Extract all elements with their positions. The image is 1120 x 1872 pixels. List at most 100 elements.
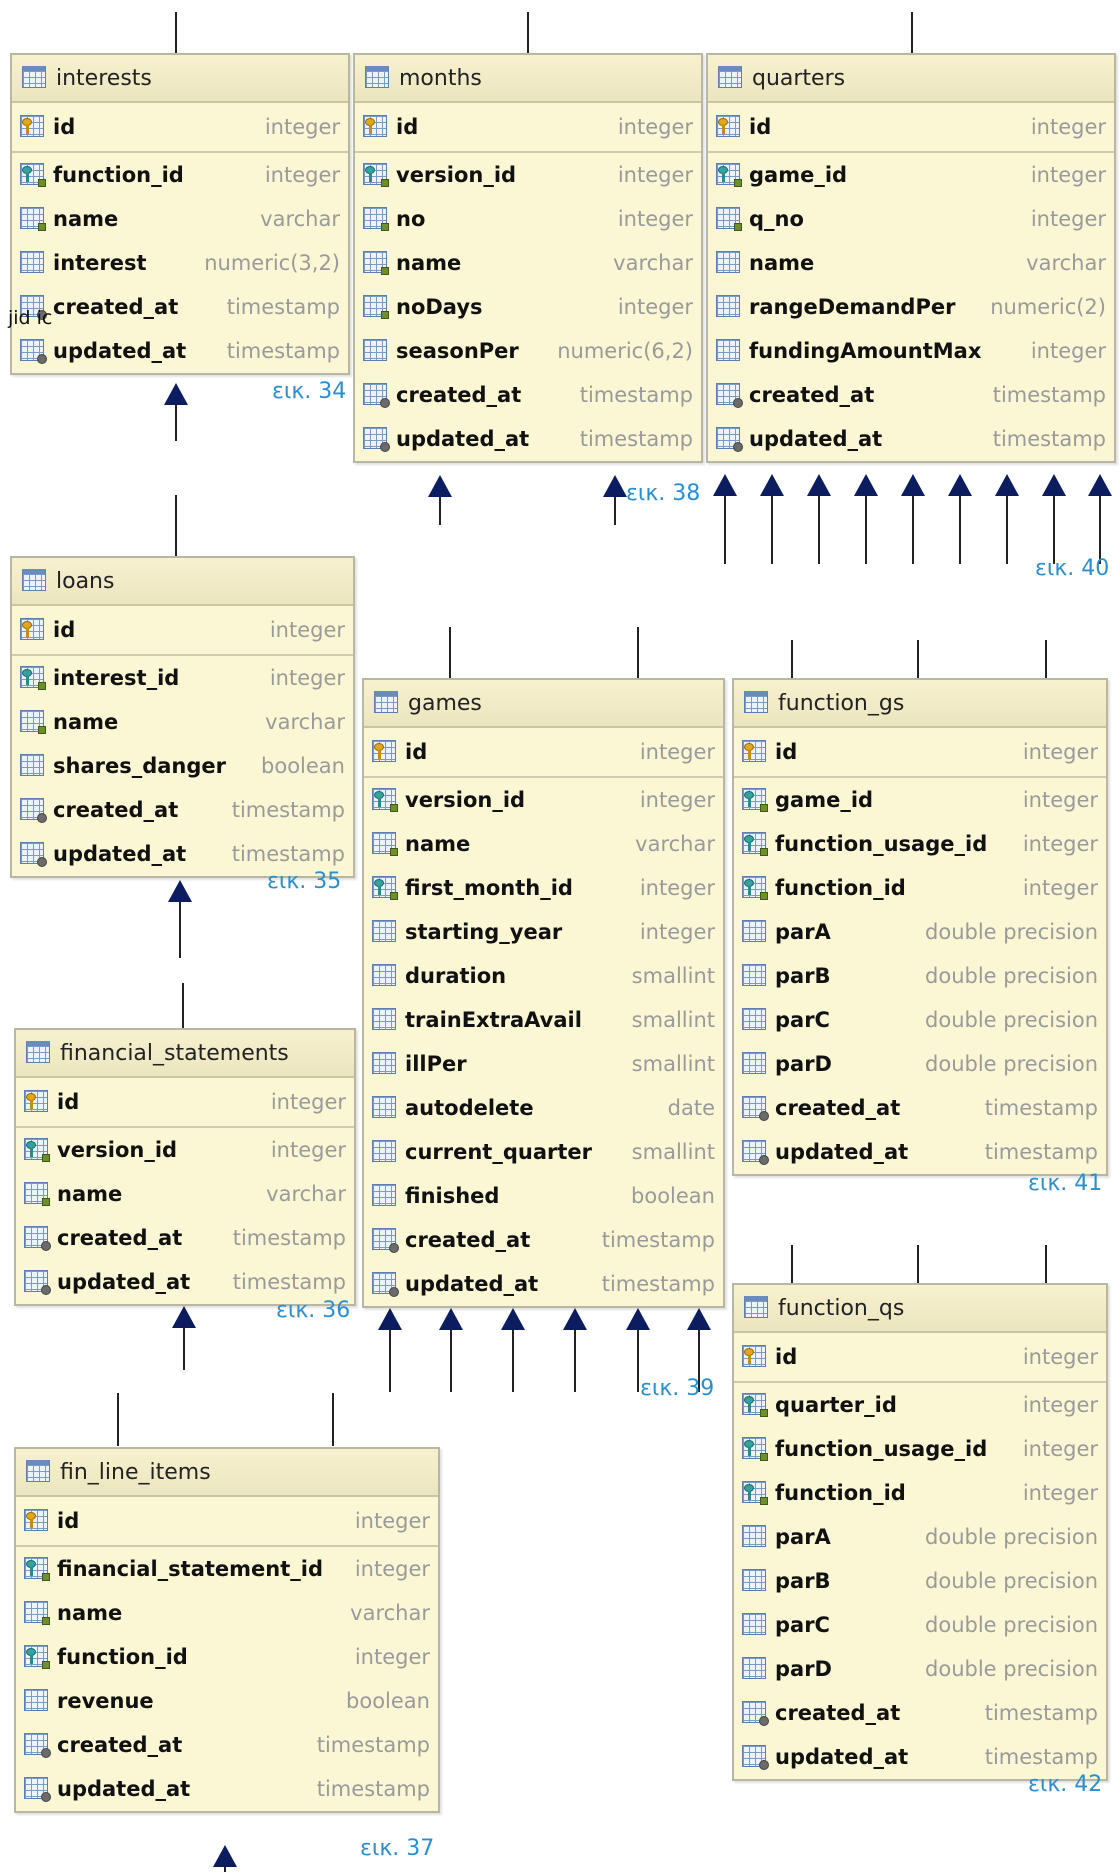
table-header[interactable]: function_gs xyxy=(734,680,1106,728)
column-row[interactable]: updated_at timestamp xyxy=(12,329,348,373)
column-type: integer xyxy=(1022,1345,1098,1369)
column-row[interactable]: function_usage_id integer xyxy=(734,822,1106,866)
column-name: created_at xyxy=(57,1733,183,1757)
column-row[interactable]: parD double precision xyxy=(734,1647,1106,1691)
column-row[interactable]: illPer smallint xyxy=(364,1042,723,1086)
column-row[interactable]: created_at timestamp xyxy=(355,373,701,417)
column-row[interactable]: name varchar xyxy=(16,1172,354,1216)
column-name: created_at xyxy=(775,1701,901,1725)
timestamp-column-icon xyxy=(24,1733,51,1758)
column-row[interactable]: name varchar xyxy=(708,241,1114,285)
column-row[interactable]: rangeDemandPer numeric(2) xyxy=(708,285,1114,329)
column-row[interactable]: trainExtraAvail smallint xyxy=(364,998,723,1042)
column-row[interactable]: id integer xyxy=(734,728,1106,778)
column-type: timestamp xyxy=(232,1226,346,1250)
column-row[interactable]: game_id integer xyxy=(734,778,1106,822)
column-row[interactable]: id integer xyxy=(355,103,701,153)
column-row[interactable]: parA double precision xyxy=(734,910,1106,954)
column-name: parA xyxy=(775,1525,831,1549)
column-row[interactable]: created_at timestamp xyxy=(12,788,353,832)
table-header[interactable]: games xyxy=(364,680,723,728)
column-row[interactable]: name varchar xyxy=(355,241,701,285)
column-name: name xyxy=(57,1601,123,1625)
column-row[interactable]: version_id integer xyxy=(16,1128,354,1172)
column-row[interactable]: version_id integer xyxy=(364,778,723,822)
column-row[interactable]: id integer xyxy=(12,606,353,656)
column-row[interactable]: created_at timestamp xyxy=(734,1691,1106,1735)
column-row[interactable]: function_usage_id integer xyxy=(734,1427,1106,1471)
column-row[interactable]: current_quarter smallint xyxy=(364,1130,723,1174)
column-row[interactable]: interest_id integer xyxy=(12,656,353,700)
table-fin-line-items[interactable]: fin_line_items id integer financial_stateme… xyxy=(14,1447,440,1813)
column-row[interactable]: game_id integer xyxy=(708,153,1114,197)
table-loans[interactable]: loans id integer interest_id integer name varc… xyxy=(10,556,355,878)
table-header[interactable]: months xyxy=(355,55,701,103)
column-row[interactable]: created_at timestamp xyxy=(708,373,1114,417)
table-header[interactable]: financial_statements xyxy=(16,1030,354,1078)
table-months[interactable]: months id integer version_id integer no intege… xyxy=(353,53,703,463)
column-row[interactable]: id integer xyxy=(734,1333,1106,1383)
column-row[interactable]: interest numeric(3,2) xyxy=(12,241,348,285)
table-quarters[interactable]: quarters id integer game_id integer q_no integ… xyxy=(706,53,1116,463)
table-header[interactable]: fin_line_items xyxy=(16,1449,438,1497)
column-row[interactable]: autodelete date xyxy=(364,1086,723,1130)
column-row[interactable]: updated_at timestamp xyxy=(16,1767,438,1811)
column-row[interactable]: duration smallint xyxy=(364,954,723,998)
column-row[interactable]: function_id integer xyxy=(16,1635,438,1679)
column-name: revenue xyxy=(57,1689,154,1713)
column-row[interactable]: revenue boolean xyxy=(16,1679,438,1723)
column-row[interactable]: id integer xyxy=(16,1497,438,1547)
column-row[interactable]: financial_statement_id integer xyxy=(16,1547,438,1591)
column-row[interactable]: id integer xyxy=(16,1078,354,1128)
column-row[interactable]: name varchar xyxy=(16,1591,438,1635)
column-row[interactable]: no integer xyxy=(355,197,701,241)
column-row[interactable]: parC double precision xyxy=(734,998,1106,1042)
column-row[interactable]: parA double precision xyxy=(734,1515,1106,1559)
column-row[interactable]: parC double precision xyxy=(734,1603,1106,1647)
table-header[interactable]: quarters xyxy=(708,55,1114,103)
column-row[interactable]: parB double precision xyxy=(734,1559,1106,1603)
column-row[interactable]: name varchar xyxy=(364,822,723,866)
column-row[interactable]: updated_at timestamp xyxy=(708,417,1114,461)
column-row[interactable]: quarter_id integer xyxy=(734,1383,1106,1427)
column-row[interactable]: parD double precision xyxy=(734,1042,1106,1086)
column-row[interactable]: noDays integer xyxy=(355,285,701,329)
table-financial-statements[interactable]: financial_statements id integer version_id i… xyxy=(14,1028,356,1306)
table-header[interactable]: function_qs xyxy=(734,1285,1106,1333)
column-row[interactable]: function_id integer xyxy=(12,153,348,197)
column-row[interactable]: created_at timestamp xyxy=(16,1216,354,1260)
column-type: timestamp xyxy=(579,383,693,407)
column-row[interactable]: shares_danger boolean xyxy=(12,744,353,788)
column-row[interactable]: updated_at timestamp xyxy=(734,1130,1106,1174)
column-row[interactable]: id integer xyxy=(708,103,1114,153)
table-header[interactable]: loans xyxy=(12,558,353,606)
table-header[interactable]: interests xyxy=(12,55,348,103)
column-row[interactable]: starting_year integer xyxy=(364,910,723,954)
column-row[interactable]: id integer xyxy=(364,728,723,778)
column-row[interactable]: function_id integer xyxy=(734,1471,1106,1515)
column-row[interactable]: q_no integer xyxy=(708,197,1114,241)
column-row[interactable]: id integer xyxy=(12,103,348,153)
column-row[interactable]: fundingAmountMax integer xyxy=(708,329,1114,373)
column-row[interactable]: name varchar xyxy=(12,197,348,241)
column-row[interactable]: first_month_id integer xyxy=(364,866,723,910)
column-row[interactable]: function_id integer xyxy=(734,866,1106,910)
arrow-head xyxy=(1088,474,1112,496)
column-row[interactable]: finished boolean xyxy=(364,1174,723,1218)
column-row[interactable]: updated_at timestamp xyxy=(355,417,701,461)
column-row[interactable]: seasonPer numeric(6,2) xyxy=(355,329,701,373)
column-row[interactable]: created_at timestamp xyxy=(364,1218,723,1262)
column-row[interactable]: created_at timestamp xyxy=(12,285,348,329)
table-interests[interactable]: interests id integer function_id integer name… xyxy=(10,53,350,375)
column-icon xyxy=(742,1569,768,1593)
column-row[interactable]: updated_at timestamp xyxy=(364,1262,723,1306)
column-row[interactable]: created_at timestamp xyxy=(16,1723,438,1767)
column-type: timestamp xyxy=(231,842,345,866)
table-function-qs[interactable]: function_qs id integer quarter_id integer fun… xyxy=(732,1283,1108,1781)
column-row[interactable]: version_id integer xyxy=(355,153,701,197)
column-row[interactable]: name varchar xyxy=(12,700,353,744)
table-games[interactable]: games id integer version_id integer name varch… xyxy=(362,678,725,1308)
table-function-gs[interactable]: function_gs id integer game_id integer functi… xyxy=(732,678,1108,1176)
column-row[interactable]: created_at timestamp xyxy=(734,1086,1106,1130)
column-row[interactable]: parB double precision xyxy=(734,954,1106,998)
